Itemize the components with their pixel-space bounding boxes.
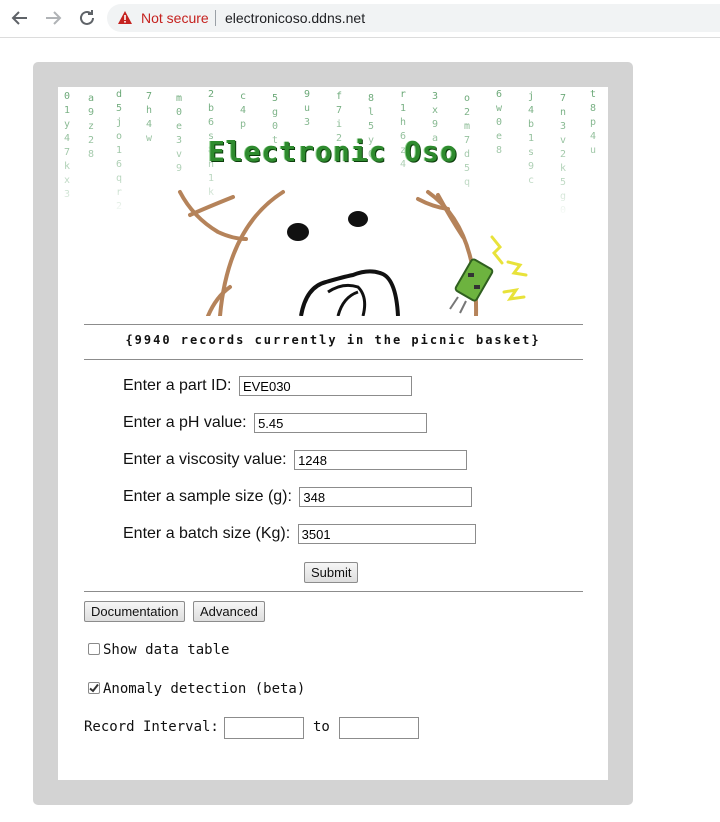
submit-button[interactable]: Submit — [304, 562, 359, 583]
ph-label: Enter a pH value: — [123, 414, 247, 431]
sample-size-row: Enter a sample size (g): — [123, 487, 473, 509]
browser-toolbar: Not secure electronicoso.ddns.net — [0, 0, 720, 38]
ph-row: Enter a pH value: — [123, 413, 428, 435]
back-arrow-icon[interactable] — [8, 6, 32, 30]
security-label[interactable]: Not secure — [141, 10, 209, 26]
batch-size-label: Enter a batch size (Kg): — [123, 525, 291, 542]
checkmark-icon — [89, 683, 99, 693]
divider-bottom — [84, 591, 583, 592]
divider — [215, 10, 216, 26]
advanced-button[interactable]: Advanced — [193, 601, 265, 622]
divider-top — [84, 324, 583, 325]
anomaly-checkbox[interactable] — [88, 682, 100, 694]
content-panel: 01y47kx3 a9z28 d5jo16qr2 7h4w m0e3v9 2b6… — [58, 87, 608, 780]
header-banner: 01y47kx3 a9z28 d5jo16qr2 7h4w m0e3v9 2b6… — [58, 87, 608, 316]
forward-arrow-icon[interactable] — [41, 6, 65, 30]
part-id-label: Enter a part ID: — [123, 377, 232, 394]
show-table-checkbox[interactable] — [88, 643, 100, 655]
url-text[interactable]: electronicoso.ddns.net — [225, 10, 365, 26]
interval-to-label: to — [313, 719, 330, 735]
anomaly-label: Anomaly detection (beta) — [103, 681, 306, 697]
part-id-input[interactable] — [238, 376, 412, 396]
documentation-button[interactable]: Documentation — [84, 601, 186, 622]
viscosity-row: Enter a viscosity value: — [123, 450, 468, 472]
sample-size-label: Enter a sample size (g): — [123, 488, 292, 505]
viscosity-input[interactable] — [294, 450, 468, 470]
divider-mid — [84, 359, 583, 360]
circuit-board-icon — [449, 258, 494, 314]
show-table-label: Show data table — [103, 642, 230, 658]
page-frame: 01y47kx3 a9z28 d5jo16qr2 7h4w m0e3v9 2b6… — [33, 62, 633, 805]
batch-size-input[interactable] — [297, 524, 476, 544]
warning-icon[interactable] — [117, 10, 133, 26]
viscosity-label: Enter a viscosity value: — [123, 451, 287, 468]
address-bar[interactable]: Not secure electronicoso.ddns.net — [107, 4, 720, 32]
sample-size-input[interactable] — [299, 487, 473, 507]
interval-to-input[interactable] — [339, 717, 419, 739]
part-id-row: Enter a part ID: — [123, 376, 412, 398]
batch-size-row: Enter a batch size (Kg): — [123, 524, 476, 546]
record-interval-label: Record Interval: — [84, 719, 219, 735]
records-count: {9940 records currently in the picnic ba… — [125, 333, 541, 347]
ph-input[interactable] — [254, 413, 428, 433]
bear-illustration — [178, 190, 528, 316]
interval-from-input[interactable] — [224, 717, 304, 739]
reload-icon[interactable] — [75, 6, 99, 30]
